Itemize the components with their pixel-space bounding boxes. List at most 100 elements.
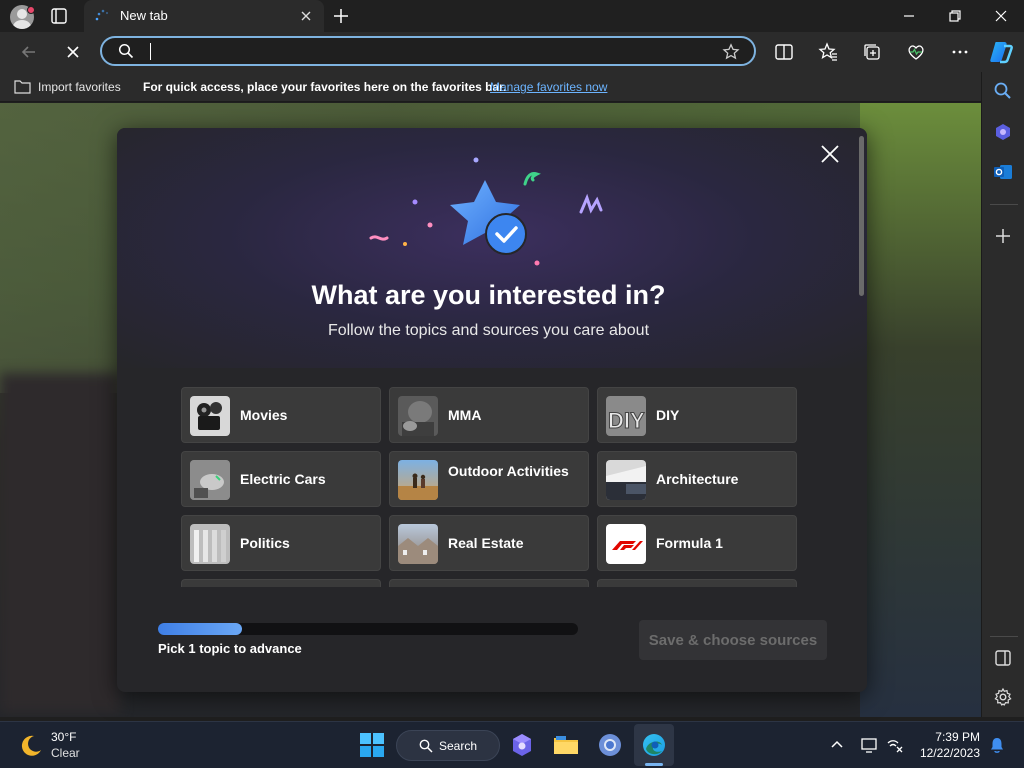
copilot-icon[interactable] xyxy=(988,39,1014,65)
topic-card-diy[interactable]: DIY DIY xyxy=(597,387,797,443)
weather-condition[interactable]: Clear xyxy=(51,746,80,760)
split-screen-icon[interactable] xyxy=(774,42,794,62)
windows-start-icon[interactable] xyxy=(358,731,386,759)
notification-bell-icon[interactable] xyxy=(988,736,1006,754)
topic-label: Formula 1 xyxy=(656,535,723,551)
building-icon xyxy=(606,466,646,500)
title-bar: New tab xyxy=(0,0,1024,32)
progress-label: Pick 1 topic to advance xyxy=(158,641,302,656)
save-and-choose-sources-button[interactable]: Save & choose sources xyxy=(639,620,827,660)
new-tab-icon[interactable] xyxy=(332,7,350,25)
back-arrow-icon[interactable] xyxy=(19,42,39,62)
collections-icon[interactable] xyxy=(862,42,882,62)
address-input[interactable] xyxy=(148,41,668,61)
outdoor-activities-thumbnail xyxy=(398,460,438,500)
topic-label: Architecture xyxy=(656,471,739,487)
topic-card-real-estate[interactable]: Real Estate xyxy=(389,515,589,571)
topic-card-mma[interactable]: MMA xyxy=(389,387,589,443)
close-window-icon[interactable] xyxy=(993,8,1009,24)
tab-actions-icon[interactable] xyxy=(50,7,68,25)
settings-gear-icon[interactable] xyxy=(993,687,1013,707)
sidebar-search-icon[interactable] xyxy=(993,81,1013,101)
display-icon[interactable] xyxy=(860,736,878,754)
moon-weather-icon[interactable] xyxy=(18,733,44,759)
topic-card-electric-cars[interactable]: Electric Cars xyxy=(181,451,381,507)
stop-loading-icon[interactable] xyxy=(63,42,83,62)
real-estate-thumbnail xyxy=(398,524,438,564)
edge-sidebar xyxy=(981,72,1024,717)
favorites-icon[interactable] xyxy=(818,42,838,62)
chrome-icon[interactable] xyxy=(596,731,624,759)
topic-card[interactable] xyxy=(597,579,797,587)
topic-progress-bar xyxy=(158,623,578,635)
favorite-star-icon[interactable] xyxy=(722,43,740,61)
ev-charger-icon xyxy=(190,460,230,500)
navigation-bar xyxy=(0,32,1024,72)
topic-label: MMA xyxy=(448,407,482,423)
diy-thumbnail: DIY xyxy=(606,396,646,436)
f1-logo-icon xyxy=(612,541,643,550)
movies-thumbnail xyxy=(190,396,230,436)
hide-sidebar-icon[interactable] xyxy=(993,648,1013,668)
taskbar-search-label: Search xyxy=(439,739,478,753)
close-tab-icon[interactable] xyxy=(298,8,314,24)
close-dialog-icon[interactable] xyxy=(819,143,841,165)
dialog-scrollbar[interactable] xyxy=(859,136,864,296)
sidebar-divider xyxy=(990,636,1018,637)
topic-label: Politics xyxy=(240,535,290,551)
text-caret xyxy=(150,43,151,60)
add-sidebar-app-icon[interactable] xyxy=(993,226,1013,246)
columns-icon xyxy=(194,530,226,562)
topic-progress-fill xyxy=(158,623,242,635)
topic-card-formula-1[interactable]: Formula 1 xyxy=(597,515,797,571)
search-icon xyxy=(118,43,134,59)
topic-card-politics[interactable]: Politics xyxy=(181,515,381,571)
star-checkmark-illustration xyxy=(369,157,603,266)
windows-taskbar: 30°F Clear Search 7:39 PM 12/22/2023 xyxy=(0,721,1024,768)
import-favorites-button[interactable]: Import favorites xyxy=(38,80,121,94)
search-icon xyxy=(419,739,433,753)
topic-card-movies[interactable]: Movies xyxy=(181,387,381,443)
import-favorites-icon[interactable] xyxy=(14,79,31,94)
topic-card-outdoor-activities[interactable]: Outdoor Activities xyxy=(389,451,589,507)
background-card xyxy=(860,103,981,717)
restore-icon[interactable] xyxy=(947,8,963,24)
copilot-taskbar-icon[interactable] xyxy=(508,731,536,759)
architecture-thumbnail xyxy=(606,460,646,500)
address-bar[interactable] xyxy=(100,36,756,66)
topic-label: Outdoor Activities xyxy=(448,463,569,479)
clock-date[interactable]: 12/22/2023 xyxy=(912,746,980,760)
edge-browser-icon[interactable] xyxy=(640,731,668,759)
profile-notification-dot xyxy=(27,6,35,14)
manage-favorites-link[interactable]: Manage favorites now xyxy=(490,80,607,94)
electric-cars-thumbnail xyxy=(190,460,230,500)
outlook-icon[interactable] xyxy=(993,162,1013,182)
formula-1-logo xyxy=(606,524,646,564)
weather-temperature[interactable]: 30°F xyxy=(51,730,76,744)
politics-thumbnail xyxy=(190,524,230,564)
topic-card[interactable] xyxy=(389,579,589,587)
topic-card[interactable] xyxy=(181,579,381,587)
clock-time[interactable]: 7:39 PM xyxy=(930,730,980,744)
dialog-subtitle: Follow the topics and sources you care a… xyxy=(327,322,650,339)
houses-icon xyxy=(398,538,438,564)
diy-letters-icon: DIY xyxy=(608,408,646,434)
more-options-icon[interactable] xyxy=(950,42,970,62)
taskbar-search[interactable]: Search xyxy=(396,730,500,761)
topic-label: Electric Cars xyxy=(240,471,326,487)
background-card xyxy=(0,373,120,713)
favorites-bar: Import favorites For quick access, place… xyxy=(0,72,1024,102)
tab-title: New tab xyxy=(120,8,168,23)
favorites-hint-text: For quick access, place your favorites h… xyxy=(143,80,507,94)
copilot-sidebar-icon[interactable] xyxy=(993,122,1013,142)
topic-card-architecture[interactable]: Architecture xyxy=(597,451,797,507)
browser-essentials-icon[interactable] xyxy=(906,42,926,62)
chevron-up-icon[interactable] xyxy=(830,737,844,751)
file-explorer-icon[interactable] xyxy=(552,731,580,759)
minimize-icon[interactable] xyxy=(901,8,917,24)
film-camera-icon xyxy=(197,402,222,430)
network-volume-icon[interactable] xyxy=(886,736,904,754)
topic-label: DIY xyxy=(656,407,680,423)
tab-new-tab[interactable]: New tab xyxy=(84,0,324,32)
svg-text:DIY: DIY xyxy=(608,408,645,433)
